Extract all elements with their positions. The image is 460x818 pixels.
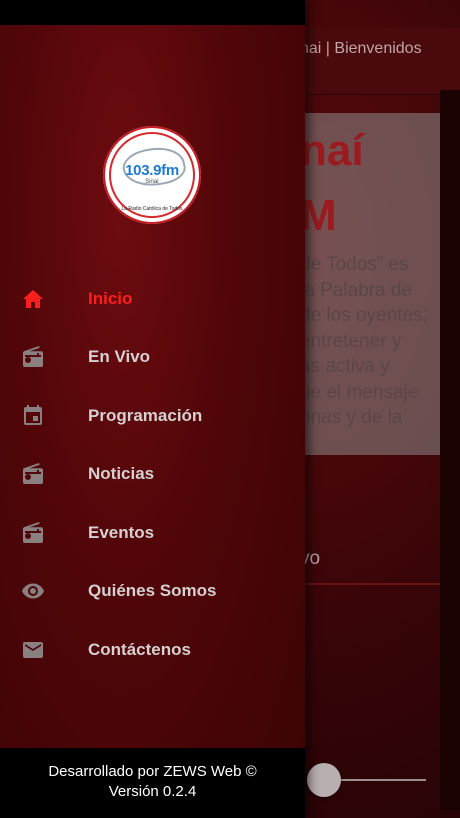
menu-item-programacion[interactable]: Programación <box>0 387 305 445</box>
logo-slogan: La Radio Católica de Todos <box>121 206 183 212</box>
app-version: Versión 0.2.4 <box>108 783 197 800</box>
menu-item-label: En Vivo <box>88 347 151 366</box>
status-bar <box>0 0 305 25</box>
player-slider-knob[interactable] <box>307 763 341 797</box>
menu-item-noticias[interactable]: Noticias <box>0 445 305 503</box>
hero-text-line: de los oyentes; <box>300 305 428 326</box>
logo-city: Sinaí <box>145 179 159 185</box>
hero-text-line: de Todos” es <box>300 254 409 275</box>
navigation-drawer: 103.9fm Sinaí La Radio Católica de Todos… <box>0 0 305 818</box>
developer-credit: Desarrollado por ZEWS Web © <box>48 763 257 780</box>
hero-text-line: ás activa y <box>300 356 390 377</box>
mail-icon <box>23 642 43 658</box>
hero-text-line: entretener y <box>300 330 402 352</box>
radio-icon <box>22 522 43 543</box>
menu-item-label: Eventos <box>88 523 155 542</box>
menu-item-en-vivo[interactable]: En Vivo <box>0 328 305 386</box>
menu-item-contactenos[interactable]: Contáctenos <box>0 621 305 679</box>
logo-frequency: 103.9fm <box>125 162 179 179</box>
hero-description: de Todos” es la Palabra de de los oyente… <box>300 252 450 431</box>
hero-text-line: ue el mensaje <box>300 381 419 403</box>
menu-item-label: Quiénes Somos <box>88 581 217 600</box>
header-title: nai | Bienvenidos <box>300 40 422 57</box>
home-icon <box>23 290 43 308</box>
station-logo: 103.9fm Sinaí La Radio Católica de Todos <box>103 126 201 224</box>
hero-title-line2: M <box>300 191 337 240</box>
hero-title-line1: naí <box>300 126 364 175</box>
menu-item-label: Noticias <box>88 464 155 483</box>
section-divider <box>300 583 460 585</box>
menu-item-eventos[interactable]: Eventos <box>0 504 305 562</box>
radio-icon <box>22 346 43 367</box>
eye-icon <box>22 583 44 599</box>
hero-text-line: la Palabra de <box>300 279 412 301</box>
menu-item-quienes-somos[interactable]: Quiénes Somos <box>0 562 305 620</box>
menu-item-inicio[interactable]: Inicio <box>0 270 305 328</box>
menu-item-label: Programación <box>88 406 203 425</box>
hero-text-line: onas y de la <box>300 407 403 428</box>
menu-item-label: Contáctenos <box>88 640 191 659</box>
scroll-edge <box>440 90 460 810</box>
drawer-footer: Desarrollado por ZEWS Web © Versión 0.2.… <box>0 748 305 818</box>
calendar-icon <box>24 405 42 425</box>
radio-icon <box>22 463 43 484</box>
menu-item-label: Inicio <box>88 289 133 308</box>
